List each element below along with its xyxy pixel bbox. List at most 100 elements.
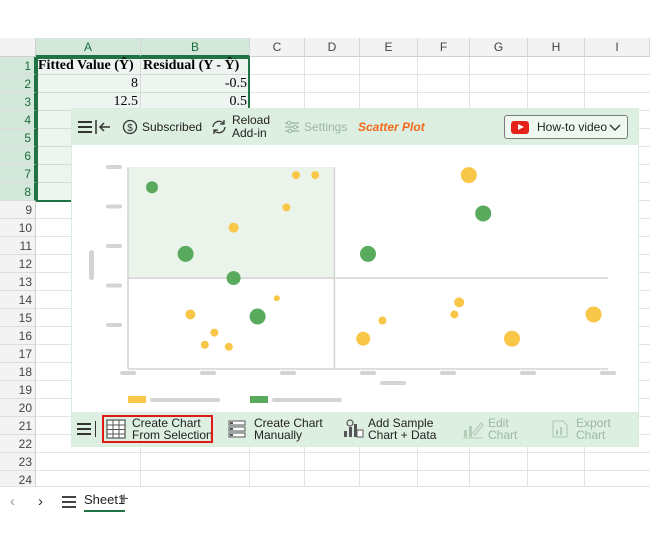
svg-text:$: $ xyxy=(127,123,133,134)
chevron-down-icon xyxy=(609,124,621,131)
manual-table-icon xyxy=(228,420,246,438)
column-header-f[interactable]: F xyxy=(418,38,470,57)
sliders-icon xyxy=(285,120,299,134)
row-header-15[interactable]: 15 xyxy=(0,309,36,327)
cell-a1[interactable]: Fitted Value (Ŷ) xyxy=(38,57,134,75)
add-sheet-icon[interactable]: + xyxy=(119,489,129,509)
sheet-list-icon[interactable] xyxy=(62,493,76,511)
y-tick-placeholder xyxy=(106,244,122,248)
export-line2: Chart xyxy=(576,428,606,442)
scatter-point xyxy=(292,171,300,180)
column-header-a[interactable]: A xyxy=(36,38,141,57)
row-header-4[interactable]: 4 xyxy=(0,111,36,129)
legend-swatch xyxy=(250,396,268,403)
column-header-g[interactable]: G xyxy=(470,38,528,57)
row-header-12[interactable]: 12 xyxy=(0,255,36,273)
scatter-point xyxy=(360,245,376,262)
column-header-h[interactable]: H xyxy=(528,38,585,57)
column-header-e[interactable]: E xyxy=(360,38,418,57)
create-chart-manually-button[interactable]: Create Chart Manually xyxy=(228,412,323,446)
row-header-14[interactable]: 14 xyxy=(0,291,36,309)
edit-chart-button[interactable]: Edit Chart xyxy=(462,412,517,446)
scatter-point xyxy=(450,310,459,319)
scatter-point xyxy=(224,342,233,351)
row-header-1[interactable]: 1 xyxy=(0,57,36,75)
create-manual-line2: Manually xyxy=(254,428,303,442)
export-chart-button[interactable]: Export Chart xyxy=(550,412,611,446)
cell-a2[interactable]: 8 xyxy=(36,75,141,93)
y-tick-placeholder xyxy=(106,323,122,327)
next-sheet-icon[interactable]: › xyxy=(38,493,43,510)
reload-addin-button[interactable]: Reload Add-in xyxy=(210,109,270,145)
edit-line2: Chart xyxy=(488,428,518,442)
actions-menu-button[interactable] xyxy=(77,412,96,446)
scatter-point xyxy=(311,171,320,180)
gridline xyxy=(36,452,650,453)
row-header-18[interactable]: 18 xyxy=(0,363,36,381)
select-all-corner[interactable] xyxy=(0,38,36,57)
y-tick-placeholder xyxy=(106,165,122,169)
cell-b1[interactable]: Residual (Y - Ŷ) xyxy=(143,57,239,75)
scatter-point xyxy=(146,181,158,194)
howto-video-dropdown[interactable]: How-to video xyxy=(504,115,628,139)
reload-label-line2: Add-in xyxy=(232,126,267,140)
column-header-b[interactable]: B xyxy=(141,38,250,57)
row-header-3[interactable]: 3 xyxy=(0,93,36,111)
dollar-circle-icon: $ xyxy=(122,119,138,135)
column-header-c[interactable]: C xyxy=(250,38,305,57)
settings-button[interactable]: Settings xyxy=(284,109,347,145)
row-header-8[interactable]: 8 xyxy=(0,183,36,201)
scatter-point xyxy=(273,295,280,302)
row-header-20[interactable]: 20 xyxy=(0,399,36,417)
scatter-point xyxy=(210,328,219,337)
scatter-point xyxy=(460,167,477,184)
menu-icon xyxy=(78,118,92,136)
row-header-7[interactable]: 7 xyxy=(0,165,36,183)
scatter-point xyxy=(504,330,520,347)
gridline xyxy=(36,470,650,471)
legend-swatch xyxy=(128,396,146,403)
reload-icon xyxy=(212,120,226,134)
x-tick-placeholder xyxy=(200,371,216,375)
y-axis-title-placeholder xyxy=(89,250,94,280)
row-header-16[interactable]: 16 xyxy=(0,327,36,345)
scatter-point xyxy=(475,205,492,222)
x-tick-placeholder xyxy=(280,371,296,375)
addin-action-bar: Create Chart From Selection Create Chart… xyxy=(72,412,638,446)
highlight-box xyxy=(102,415,213,443)
collapse-button[interactable] xyxy=(94,109,112,145)
addin-menu-button[interactable] xyxy=(78,109,92,145)
row-header-23[interactable]: 23 xyxy=(0,453,36,471)
row-header-13[interactable]: 13 xyxy=(0,273,36,291)
column-header-i[interactable]: I xyxy=(585,38,650,57)
row-header-24[interactable]: 24 xyxy=(0,471,36,486)
sheet-tab-bar: ‹ › Sheet1 + xyxy=(0,486,650,516)
export-chart-icon xyxy=(552,420,568,438)
x-axis-title-placeholder xyxy=(380,381,406,385)
add-sample-chart-button[interactable]: Add Sample Chart + Data xyxy=(342,412,436,446)
legend-label-placeholder xyxy=(272,398,342,402)
row-header-9[interactable]: 9 xyxy=(0,201,36,219)
row-header-17[interactable]: 17 xyxy=(0,345,36,363)
row-header-22[interactable]: 22 xyxy=(0,435,36,453)
row-header-5[interactable]: 5 xyxy=(0,129,36,147)
subscribed-label: Subscribed xyxy=(142,120,203,134)
row-header-11[interactable]: 11 xyxy=(0,237,36,255)
scatter-point xyxy=(249,308,266,325)
cell-b2[interactable]: -0.5 xyxy=(141,75,250,93)
row-header-19[interactable]: 19 xyxy=(0,381,36,399)
x-tick-placeholder xyxy=(600,371,616,375)
column-header-d[interactable]: D xyxy=(305,38,360,57)
addin-title: Scatter Plot xyxy=(358,120,425,134)
subscribed-button[interactable]: $ Subscribed xyxy=(122,109,202,145)
x-tick-placeholder xyxy=(360,371,376,375)
row-header-21[interactable]: 21 xyxy=(0,417,36,435)
prev-sheet-icon[interactable]: ‹ xyxy=(10,493,15,510)
row-header-6[interactable]: 6 xyxy=(0,147,36,165)
row-header-2[interactable]: 2 xyxy=(0,75,36,93)
x-tick-placeholder xyxy=(120,371,136,375)
collapse-left-icon xyxy=(95,120,110,134)
scatter-point xyxy=(177,245,194,262)
addin-toolbar: $ Subscribed Reload Add-in Settings Scat… xyxy=(72,109,638,145)
row-header-10[interactable]: 10 xyxy=(0,219,36,237)
